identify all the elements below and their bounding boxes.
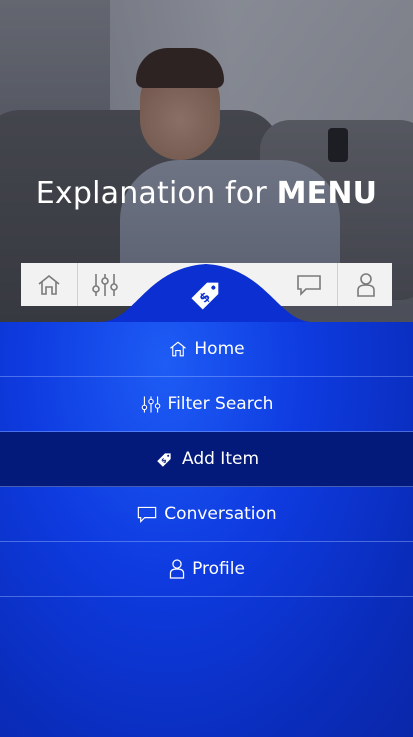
home-icon — [38, 274, 60, 295]
menu-list: Home Filter Search $ Add Item Conversati… — [0, 322, 413, 737]
menu-screen: Explanation for MENU $ Home Filter Searc… — [0, 0, 413, 737]
price-tag-icon: $ — [157, 453, 171, 467]
menu-item-label: Home — [194, 339, 245, 359]
menu-item-filter-search[interactable]: Filter Search — [0, 377, 413, 432]
page-title: Explanation for MENU — [0, 176, 413, 211]
home-icon — [170, 341, 187, 357]
chat-bubble-icon — [138, 506, 157, 523]
tab-profile[interactable] — [337, 263, 393, 306]
menu-item-conversation[interactable]: Conversation — [0, 487, 413, 542]
menu-item-home[interactable]: Home — [0, 322, 413, 377]
menu-item-label: Filter Search — [167, 394, 274, 414]
title-bold: MENU — [276, 176, 378, 211]
user-icon — [356, 272, 375, 297]
title-prefix: Explanation for — [35, 176, 277, 211]
tab-home[interactable] — [21, 263, 78, 306]
menu-item-profile[interactable]: Profile — [0, 542, 413, 597]
menu-item-label: Profile — [192, 559, 245, 579]
menu-item-label: Add Item — [181, 449, 259, 469]
sliders-icon — [141, 395, 160, 413]
menu-item-add-item[interactable]: $ Add Item — [0, 432, 413, 487]
user-icon — [169, 559, 185, 579]
price-tag-icon: $ — [185, 272, 229, 316]
menu-item-label: Conversation — [164, 504, 277, 524]
